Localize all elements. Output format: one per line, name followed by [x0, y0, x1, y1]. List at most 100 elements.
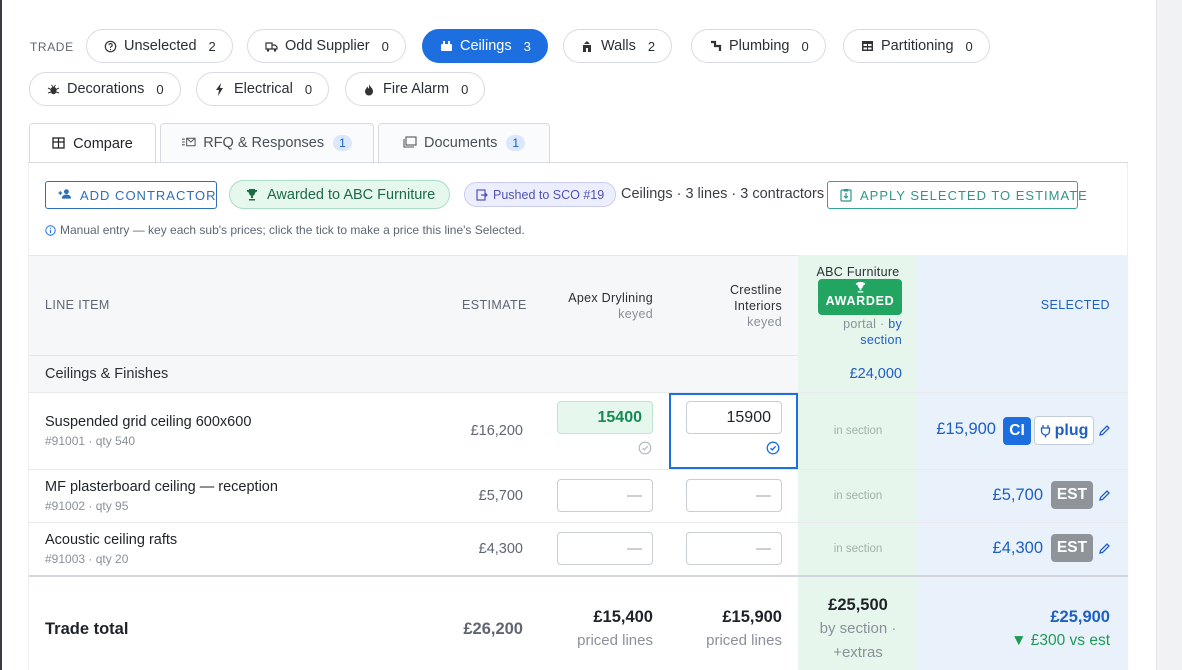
- col-header-abc-source: portal · by section: [843, 316, 902, 348]
- selected-total: £25,900: [1050, 608, 1110, 626]
- tab-label: Compare: [73, 135, 133, 152]
- grid-icon: [52, 136, 66, 151]
- trophy-icon: [246, 188, 259, 201]
- awarded-badge-label: AWARDED: [825, 294, 895, 308]
- col-header-apex[interactable]: Apex Drylining keyed: [568, 290, 653, 322]
- pill-label: Walls: [601, 38, 636, 54]
- abc-source-by[interactable]: by: [888, 317, 902, 331]
- trade-pill-unselected[interactable]: Unselected 2: [86, 29, 233, 63]
- selected-price: £15,900: [936, 420, 996, 438]
- info-icon: [45, 224, 56, 236]
- scrollbar[interactable]: [1156, 0, 1182, 670]
- trade-pill-decorations[interactable]: Decorations 0: [29, 72, 181, 106]
- pill-label: Decorations: [67, 81, 145, 97]
- table-header: [29, 255, 798, 355]
- abc-in-section: in section: [833, 543, 883, 555]
- awarded-label: Awarded to ABC Furniture: [267, 186, 436, 203]
- line-item-estimate: £5,700: [478, 488, 523, 504]
- pill-count: 2: [208, 38, 216, 54]
- help-circle-icon: [103, 39, 117, 53]
- contractor-entry-mode: keyed: [747, 315, 782, 329]
- section-name: Ceilings & Finishes: [45, 366, 169, 382]
- edit-pencil-icon[interactable]: [1098, 489, 1111, 502]
- apply-selected-label: APPLY SELECTED TO ESTIMATE: [860, 187, 1088, 203]
- push-document-icon: [476, 188, 488, 201]
- bolt-icon: [213, 82, 227, 96]
- plug-button[interactable]: plug: [1034, 416, 1094, 445]
- awarded-badge: AWARDED: [818, 279, 902, 315]
- trade-pill-walls[interactable]: Walls 2: [563, 29, 673, 63]
- totals-divider: [29, 575, 1128, 577]
- trade-pill-ceilings[interactable]: Ceilings 3: [422, 29, 548, 63]
- col-header-line-item: LINE ITEM: [45, 298, 110, 312]
- line-item-meta: #91001 · qty 540: [45, 434, 136, 448]
- apex-price-input[interactable]: 15400: [557, 401, 653, 434]
- plug-icon: [1040, 424, 1052, 438]
- trade-summary: Ceilings · 3 lines · 3 contractors: [621, 186, 825, 202]
- truck-icon: [264, 39, 278, 53]
- pill-label: Ceilings: [460, 38, 512, 54]
- tab-compare[interactable]: Compare: [29, 123, 156, 163]
- trade-pill-plumbing[interactable]: Plumbing 0: [691, 29, 826, 63]
- crestline-price-input[interactable]: —: [686, 532, 782, 565]
- pill-count: 0: [801, 38, 809, 54]
- ceiling-icon: [439, 39, 453, 53]
- abc-total-note-1: by section ·: [819, 620, 897, 637]
- manual-entry-hint: Manual entry — key each sub's prices; cl…: [45, 223, 525, 237]
- trade-pill-fire-alarm[interactable]: Fire Alarm 0: [345, 72, 486, 106]
- select-price-tick[interactable]: [638, 441, 652, 455]
- trade-total-label: Trade total: [45, 620, 129, 638]
- abc-source-portal: portal ·: [843, 317, 889, 331]
- crestline-price-input[interactable]: —: [686, 479, 782, 512]
- pushed-to-sco-chip[interactable]: Pushed to SCO #19: [464, 182, 617, 207]
- line-item-estimate: £16,200: [470, 423, 523, 439]
- line-item-name: Acoustic ceiling rafts: [45, 532, 178, 548]
- section-abc-total: £24,000: [849, 366, 902, 382]
- apex-total-note: priced lines: [577, 632, 653, 649]
- tab-label: RFQ & Responses: [203, 135, 325, 151]
- partition-icon: [860, 39, 874, 53]
- wall-icon: [580, 39, 594, 53]
- plug-label: plug: [1054, 421, 1089, 439]
- pill-label: Odd Supplier: [285, 38, 370, 54]
- pill-count: 2: [647, 38, 656, 54]
- crestline-price-input[interactable]: 15900: [686, 401, 782, 434]
- col-header-crestline[interactable]: Crestline Interiors keyed: [730, 282, 782, 330]
- contractor-entry-mode: keyed: [618, 307, 653, 321]
- tab-rfq-responses[interactable]: RFQ & Responses 1: [160, 123, 374, 162]
- awarded-status-chip: Awarded to ABC Furniture: [229, 180, 451, 209]
- pipe-icon: [708, 39, 722, 53]
- line-item-meta: #91002 · qty 95: [45, 499, 129, 513]
- tab-documents[interactable]: Documents 1: [378, 123, 550, 162]
- trade-pill-electrical[interactable]: Electrical 0: [196, 72, 330, 106]
- pill-count: 0: [965, 38, 973, 54]
- app-frame: TRADE Unselected 2 Odd Supplier 0 Ceilin…: [0, 0, 1182, 670]
- trophy-icon: [855, 282, 866, 293]
- pill-label: Electrical: [234, 81, 293, 97]
- apex-price-input[interactable]: —: [557, 532, 653, 565]
- hint-text: Manual entry — key each sub's prices; cl…: [60, 223, 525, 237]
- apply-selected-button[interactable]: APPLY SELECTED TO ESTIMATE: [827, 181, 1087, 209]
- variance-vs-estimate: ▼ £300 vs est: [1011, 632, 1110, 649]
- documents-icon: [403, 136, 417, 150]
- abc-source-section[interactable]: section: [843, 332, 902, 348]
- selected-price-tick[interactable]: [766, 441, 780, 455]
- edit-pencil-icon[interactable]: [1098, 542, 1111, 555]
- trade-pill-partitioning[interactable]: Partitioning 0: [843, 29, 990, 63]
- add-contractor-button[interactable]: ADD CONTRACTOR: [45, 181, 217, 209]
- edit-pencil-icon[interactable]: [1098, 424, 1111, 437]
- apex-price-input[interactable]: —: [557, 479, 653, 512]
- bug-icon: [46, 82, 60, 96]
- selected-price: £5,700: [992, 486, 1043, 504]
- source-tag: CI: [1003, 417, 1031, 445]
- row-divider: [29, 392, 1128, 393]
- contractor-name: Apex Drylining: [568, 291, 653, 305]
- tab-badge: 1: [506, 135, 526, 151]
- pill-label: Unselected: [124, 38, 197, 54]
- trade-label: TRADE: [30, 40, 74, 54]
- abc-total: £25,500: [828, 596, 888, 614]
- line-item-estimate: £4,300: [478, 541, 523, 557]
- trade-pill-odd-supplier[interactable]: Odd Supplier 0: [247, 29, 406, 63]
- pushed-label: Pushed to SCO #19: [493, 187, 605, 202]
- selected-price: £4,300: [992, 539, 1043, 557]
